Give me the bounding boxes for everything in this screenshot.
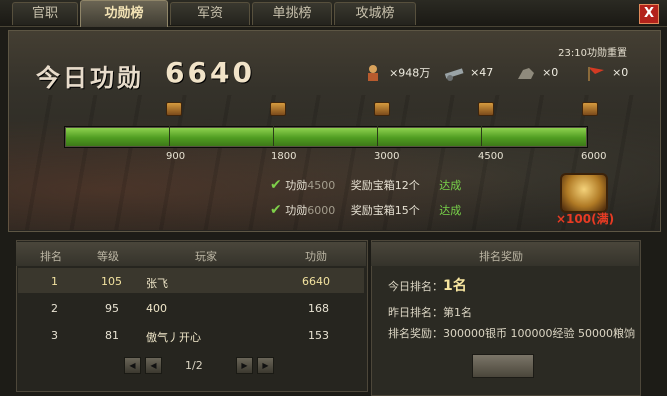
tab-military-supplies[interactable]: 军资 xyxy=(170,2,250,25)
yesterday-rank: 昨日排名：第1名 xyxy=(388,304,472,320)
milestone-chest-icon[interactable] xyxy=(166,102,182,116)
column-header-merit: 功勋 xyxy=(305,250,327,263)
progress-tick-label: 1800 xyxy=(271,151,297,162)
progress-divider xyxy=(169,126,170,146)
row-merit: 6640 xyxy=(302,275,330,288)
reward-prefix: 功勋 xyxy=(285,179,308,192)
reward-status: 达成 xyxy=(439,204,462,217)
merit-progress-bar xyxy=(64,126,588,148)
chest-count: ×100(满) xyxy=(556,212,615,226)
reward-amount: 4500 xyxy=(307,179,336,192)
progress-divider xyxy=(377,126,378,146)
next-page-button[interactable]: ▶ xyxy=(236,357,253,374)
milestone-chest-icon[interactable] xyxy=(270,102,286,116)
tab-siege-ranking[interactable]: 攻城榜 xyxy=(334,2,416,25)
reward-status: 达成 xyxy=(439,179,462,192)
resource-cavalry: ×0 xyxy=(515,62,558,84)
table-row[interactable]: 3 81 傲气丿开心 153 xyxy=(18,322,364,347)
progress-divider xyxy=(481,126,482,146)
close-icon[interactable]: X xyxy=(639,4,659,24)
row-merit: 153 xyxy=(308,329,329,342)
resource-soldiers: ×948万 xyxy=(362,62,430,84)
ranking-reward-title: 排名奖励 xyxy=(479,250,523,263)
row-level: 105 xyxy=(101,275,122,288)
today-rank-label: 今日排名： xyxy=(388,280,443,293)
milestone-chest-icon[interactable] xyxy=(582,102,598,116)
milestone-chest-icon[interactable] xyxy=(374,102,390,116)
progress-tick-label: 4500 xyxy=(478,151,504,162)
check-icon: ✔ xyxy=(270,177,282,193)
yesterday-rank-label: 昨日排名： xyxy=(388,306,443,319)
table-row[interactable]: 2 95 400 168 xyxy=(18,295,364,320)
tab-merit-ranking[interactable]: 功勋榜 xyxy=(80,0,168,27)
resource-cannons-count: ×47 xyxy=(470,66,494,79)
row-player: 傲气丿开心 xyxy=(146,331,201,344)
column-header-level: 等级 xyxy=(97,250,119,263)
ranking-reward: 排名奖励：300000银币 100000经验 50000粮饷 xyxy=(388,325,636,341)
row-merit: 168 xyxy=(308,302,329,315)
ranking-reward-value: 300000银币 100000经验 50000粮饷 xyxy=(443,327,635,340)
claim-reward-button[interactable] xyxy=(472,354,534,378)
row-rank: 3 xyxy=(51,329,58,342)
today-rank: 今日排名：1名 xyxy=(388,275,467,295)
prev-page-button[interactable]: ◀ xyxy=(145,357,162,374)
soldier-icon xyxy=(362,64,384,82)
column-header-player: 玩家 xyxy=(195,250,217,263)
milestone-chest-icon[interactable] xyxy=(478,102,494,116)
reward-description: 奖励宝箱15个 xyxy=(350,204,420,217)
column-header-rank: 排名 xyxy=(40,250,62,263)
table-row[interactable]: 1 105 张飞 6640 xyxy=(18,268,364,293)
resource-flags-count: ×0 xyxy=(612,66,629,79)
resource-cavalry-count: ×0 xyxy=(542,66,559,79)
yesterday-rank-value: 第1名 xyxy=(443,306,472,319)
page-indicator: 1/2 xyxy=(185,359,203,372)
first-page-button[interactable]: ◀ xyxy=(124,357,141,374)
today-merit-label: 今日功勋 xyxy=(36,64,144,92)
cavalry-icon xyxy=(515,64,537,82)
treasure-chest-icon[interactable] xyxy=(560,173,608,213)
resource-soldiers-count: ×948万 xyxy=(389,66,431,80)
progress-tick-label: 3000 xyxy=(374,151,400,162)
reward-description: 奖励宝箱12个 xyxy=(350,179,420,192)
row-level: 95 xyxy=(105,302,119,315)
today-rank-value: 1名 xyxy=(443,278,467,294)
row-rank: 1 xyxy=(51,275,58,288)
reset-time: 23:10功勋重置 xyxy=(558,48,627,59)
reward-row: ✔ 功勋4500 奖励宝箱12个 达成 xyxy=(270,177,461,193)
cannon-icon xyxy=(443,64,465,82)
flag-icon xyxy=(585,64,607,82)
progress-tick-label: 6000 xyxy=(581,151,607,162)
resource-flags: ×0 xyxy=(585,62,628,84)
row-player: 张飞 xyxy=(146,277,168,290)
reward-prefix: 功勋 xyxy=(285,204,308,217)
reward-amount: 6000 xyxy=(307,204,336,217)
merit-progress-fill xyxy=(66,128,586,146)
resource-cannons: ×47 xyxy=(443,62,493,84)
tab-duel-ranking[interactable]: 单挑榜 xyxy=(252,2,332,25)
reward-row: ✔ 功勋6000 奖励宝箱15个 达成 xyxy=(270,202,461,218)
row-rank: 2 xyxy=(51,302,58,315)
last-page-button[interactable]: ▶ xyxy=(257,357,274,374)
tab-official-rank[interactable]: 官职 xyxy=(12,2,78,25)
progress-divider xyxy=(273,126,274,146)
check-icon: ✔ xyxy=(270,202,282,218)
ranking-reward-label: 排名奖励： xyxy=(388,327,443,340)
row-player: 400 xyxy=(146,302,167,315)
today-merit-value: 6640 xyxy=(165,56,255,89)
row-level: 81 xyxy=(105,329,119,342)
progress-tick-label: 900 xyxy=(166,151,186,162)
